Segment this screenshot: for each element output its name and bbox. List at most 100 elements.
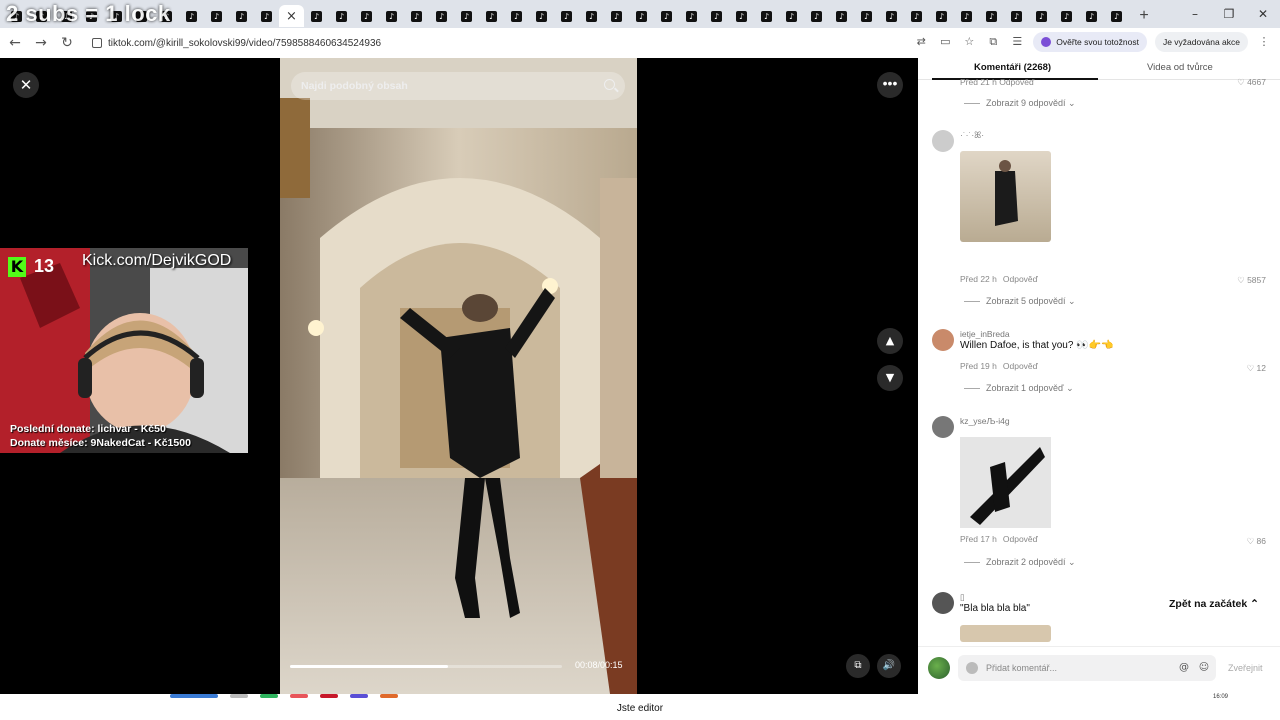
browser-tab[interactable]: ♪: [229, 5, 254, 27]
tab-comments[interactable]: Komentáři (2268): [974, 62, 1051, 73]
browser-tab[interactable]: ♪: [379, 5, 404, 27]
post-comment-button[interactable]: Zveřejnit: [1228, 663, 1263, 673]
pip-button[interactable]: ⧉: [846, 654, 870, 678]
taskbar-app-icon[interactable]: [380, 694, 398, 698]
browser-tab[interactable]: ♪: [629, 5, 654, 27]
previous-video-button[interactable]: ▲: [877, 328, 903, 354]
view-replies-link[interactable]: Zobrazit 9 odpovědí ⌄: [964, 98, 1076, 109]
browser-tab[interactable]: ♪: [879, 5, 904, 27]
taskbar-app-icon[interactable]: [170, 694, 218, 698]
comment-username[interactable]: ▯: [960, 592, 965, 603]
address-bar[interactable]: tiktok.com/@kirill_sokolovski99/video/75…: [92, 38, 381, 49]
browser-tab-active[interactable]: ×: [279, 5, 304, 27]
avatar[interactable]: [932, 416, 954, 438]
mention-icon[interactable]: @: [1178, 662, 1190, 674]
new-tab-button[interactable]: +: [1133, 5, 1155, 27]
close-video-button[interactable]: ✕: [13, 72, 39, 98]
browser-tab[interactable]: ♪: [1104, 5, 1129, 27]
avatar[interactable]: [932, 592, 954, 614]
site-info-icon[interactable]: [92, 38, 102, 48]
view-replies-link[interactable]: Zobrazit 1 odpověď ⌄: [964, 383, 1074, 394]
browser-tab[interactable]: ♪: [954, 5, 979, 27]
browser-tab[interactable]: ♪: [304, 5, 329, 27]
emoji-icon[interactable]: ☺: [1198, 662, 1210, 674]
taskbar-app-icon[interactable]: [290, 694, 308, 698]
comment-username[interactable]: kz_yseЉ-i4g: [960, 416, 1010, 426]
like-count[interactable]: ♡ 86: [1247, 536, 1266, 547]
extensions-icon[interactable]: ⧉: [985, 34, 1001, 50]
reply-link[interactable]: Odpověď: [1003, 534, 1038, 544]
next-video-button[interactable]: ▼: [877, 365, 903, 391]
bookmark-star-icon[interactable]: ☆: [961, 34, 977, 50]
like-count[interactable]: ♡ 4667: [1237, 77, 1266, 88]
browser-tab[interactable]: ♪: [754, 5, 779, 27]
back-button[interactable]: ←: [4, 32, 26, 54]
browser-tab[interactable]: ♪: [904, 5, 929, 27]
tab-creator-videos[interactable]: Videa od tvůrce: [1147, 62, 1213, 73]
sticker-icon[interactable]: [966, 662, 978, 674]
comment-username[interactable]: ·˙·˙·ꕤ·: [960, 130, 984, 141]
browser-tab[interactable]: ♪: [1079, 5, 1104, 27]
browser-tab[interactable]: ♪: [804, 5, 829, 27]
reading-list-icon[interactable]: ☰: [1009, 34, 1025, 50]
browser-tab[interactable]: ♪: [679, 5, 704, 27]
browser-tab[interactable]: ♪: [454, 5, 479, 27]
browser-tab[interactable]: ♪: [604, 5, 629, 27]
browser-tab[interactable]: ♪: [204, 5, 229, 27]
like-count[interactable]: ♡ 5857: [1237, 275, 1266, 286]
taskbar-app-icon[interactable]: [350, 694, 368, 698]
taskbar-app-icon[interactable]: [230, 694, 248, 698]
browser-tab[interactable]: ♪: [179, 5, 204, 27]
forward-button[interactable]: →: [30, 32, 52, 54]
more-options-button[interactable]: •••: [877, 72, 903, 98]
browser-tab[interactable]: ♪: [654, 5, 679, 27]
reply-link[interactable]: Odpověď: [1003, 361, 1038, 371]
browser-tab[interactable]: ♪: [929, 5, 954, 27]
avatar[interactable]: [932, 130, 954, 152]
browser-tab[interactable]: ♪: [829, 5, 854, 27]
volume-button[interactable]: 🔊: [877, 654, 901, 678]
browser-tab[interactable]: ♪: [854, 5, 879, 27]
browser-tab[interactable]: ♪: [254, 5, 279, 27]
back-to-top-button[interactable]: Zpět na začátek ⌃: [1169, 598, 1259, 610]
browser-tab[interactable]: ♪: [529, 5, 554, 27]
close-tab-icon[interactable]: ×: [286, 10, 297, 23]
menu-kebab-icon[interactable]: ⋮: [1256, 34, 1272, 50]
search-icon[interactable]: [604, 79, 615, 90]
browser-tab[interactable]: ♪: [1054, 5, 1079, 27]
reply-link[interactable]: Odpověď: [1003, 274, 1038, 284]
comment-image[interactable]: [960, 151, 1051, 242]
my-avatar[interactable]: [928, 657, 950, 679]
taskbar-app-icon[interactable]: [320, 694, 338, 698]
browser-tab[interactable]: ♪: [979, 5, 1004, 27]
restore-button[interactable]: ❐: [1212, 0, 1246, 28]
comment-input[interactable]: Přidat komentář... @ ☺: [958, 655, 1216, 681]
cast-icon[interactable]: ▭: [937, 34, 953, 50]
browser-tab[interactable]: ♪: [554, 5, 579, 27]
view-replies-link[interactable]: Zobrazit 2 odpovědí ⌄: [964, 557, 1076, 568]
browser-tab[interactable]: ♪: [429, 5, 454, 27]
close-window-button[interactable]: ✕: [1246, 0, 1280, 28]
minimize-button[interactable]: –: [1178, 0, 1212, 28]
comment-username[interactable]: ietje_inBreda: [960, 329, 1010, 339]
avatar[interactable]: [932, 329, 954, 351]
comment-image[interactable]: [960, 437, 1051, 528]
video-progress-bar[interactable]: [290, 665, 562, 668]
browser-tab[interactable]: ♪: [479, 5, 504, 27]
taskbar-app-icon[interactable]: [260, 694, 278, 698]
comment-image[interactable]: [960, 625, 1051, 642]
action-required-button[interactable]: Je vyžadována akce: [1154, 32, 1248, 52]
verify-identity-button[interactable]: Ověřte svou totožnost: [1033, 32, 1147, 52]
browser-tab[interactable]: ♪: [729, 5, 754, 27]
similar-content-search[interactable]: Najdi podobný obsah: [291, 72, 625, 100]
browser-tab[interactable]: ♪: [329, 5, 354, 27]
reload-button[interactable]: ↻: [56, 32, 78, 54]
browser-tab[interactable]: ♪: [779, 5, 804, 27]
browser-tab[interactable]: ♪: [704, 5, 729, 27]
like-count[interactable]: ♡ 12: [1247, 363, 1266, 374]
browser-tab[interactable]: ♪: [1029, 5, 1054, 27]
browser-tab[interactable]: ♪: [579, 5, 604, 27]
view-replies-link[interactable]: Zobrazit 5 odpovědí ⌄: [964, 296, 1076, 307]
video-frame[interactable]: [280, 58, 637, 694]
browser-tab[interactable]: ♪: [1004, 5, 1029, 27]
